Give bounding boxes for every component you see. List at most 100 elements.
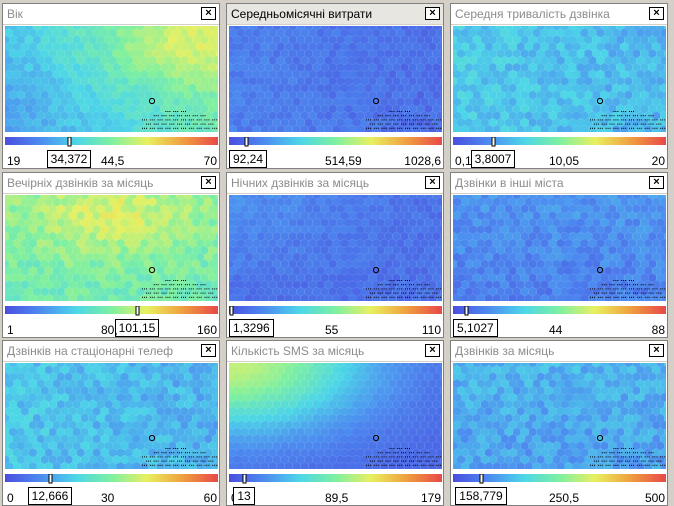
cluster-dot bbox=[609, 288, 611, 290]
cluster-dot bbox=[426, 284, 428, 286]
cluster-dot bbox=[422, 288, 424, 290]
color-scale-bar bbox=[229, 304, 442, 316]
cluster-dot bbox=[165, 460, 167, 462]
cluster-dot bbox=[428, 292, 430, 294]
cluster-dot bbox=[646, 127, 648, 129]
cluster-dot bbox=[393, 280, 395, 281]
cluster-dot bbox=[163, 460, 165, 462]
cluster-dot bbox=[405, 115, 407, 117]
cluster-dot bbox=[592, 296, 593, 298]
cluster-dot bbox=[157, 464, 159, 466]
cluster-dot bbox=[617, 115, 619, 117]
cluster-dot bbox=[167, 280, 169, 281]
cluster-dot bbox=[214, 288, 216, 290]
cluster-dot bbox=[399, 296, 401, 298]
cluster-dot bbox=[173, 460, 175, 462]
cluster-dot bbox=[145, 292, 147, 294]
cluster-dot bbox=[149, 456, 151, 458]
close-button[interactable]: × bbox=[425, 7, 440, 20]
cluster-dot bbox=[185, 448, 186, 449]
cluster-dot bbox=[196, 119, 198, 121]
close-button[interactable]: × bbox=[649, 176, 664, 189]
cluster-dot bbox=[200, 119, 202, 121]
gradient-bar bbox=[453, 306, 666, 314]
cluster-dot bbox=[393, 119, 395, 121]
close-button[interactable]: × bbox=[425, 176, 440, 189]
cluster-dot bbox=[623, 127, 625, 129]
cluster-dot bbox=[192, 456, 194, 458]
cluster-dot bbox=[401, 119, 403, 121]
cluster-dot bbox=[204, 292, 206, 294]
cluster-dot bbox=[621, 280, 623, 281]
som-hex-map[interactable] bbox=[229, 363, 442, 469]
panel-titlebar[interactable]: Дзвінків на стаціонарні телеф × bbox=[3, 341, 219, 362]
cluster-dot bbox=[619, 115, 621, 117]
gradient-bar bbox=[5, 137, 218, 145]
close-button[interactable]: × bbox=[649, 7, 664, 20]
cluster-dot bbox=[422, 119, 424, 121]
cluster-dot bbox=[196, 456, 198, 458]
cluster-dot bbox=[428, 119, 430, 121]
cluster-dot bbox=[438, 127, 440, 129]
scale-max-label: 88 bbox=[651, 323, 665, 337]
som-hex-map[interactable] bbox=[5, 195, 218, 301]
som-hex-map[interactable] bbox=[453, 195, 666, 301]
cluster-dot bbox=[590, 119, 591, 121]
cluster-dot bbox=[200, 456, 202, 458]
cluster-dot bbox=[165, 111, 167, 112]
cluster-dot bbox=[181, 452, 183, 454]
cluster-dot bbox=[397, 284, 399, 286]
close-button[interactable]: × bbox=[201, 344, 216, 357]
cluster-dot bbox=[169, 464, 171, 466]
cluster-dot bbox=[414, 119, 416, 121]
cluster-dot bbox=[642, 292, 644, 294]
cluster-dot bbox=[440, 119, 442, 121]
panel-titlebar[interactable]: Дзвінки в інші міста × bbox=[451, 173, 667, 194]
close-button[interactable]: × bbox=[201, 7, 216, 20]
scale-min-label: 19 bbox=[7, 154, 21, 168]
cluster-dot bbox=[146, 464, 147, 466]
som-hex-map[interactable] bbox=[453, 26, 666, 132]
panel-titlebar[interactable]: Середня тривалість дзвінка × bbox=[451, 4, 667, 25]
cluster-dot bbox=[165, 280, 167, 281]
cluster-dot bbox=[165, 452, 167, 454]
panel-titlebar[interactable]: Нічних дзвінків за місяць × bbox=[227, 173, 443, 194]
cluster-dot bbox=[664, 127, 666, 129]
cluster-dot bbox=[371, 123, 373, 125]
panel-titlebar[interactable]: Кількість SMS за місяць × bbox=[227, 341, 443, 362]
cluster-dot bbox=[434, 123, 436, 125]
close-button[interactable]: × bbox=[201, 176, 216, 189]
cluster-dot bbox=[613, 288, 615, 290]
cluster-dot bbox=[638, 296, 640, 298]
panel-title: Вік bbox=[7, 7, 23, 21]
panel-titlebar[interactable]: Вечірніх дзвінків за місяць × bbox=[3, 173, 219, 194]
cluster-dot bbox=[167, 296, 169, 298]
panel-titlebar[interactable]: Середньомісячні витрати × bbox=[227, 4, 443, 25]
cluster-dot bbox=[165, 127, 167, 129]
cluster-dot bbox=[208, 292, 210, 294]
cluster-dot bbox=[391, 296, 393, 298]
som-hex-map[interactable] bbox=[229, 195, 442, 301]
som-hex-map[interactable] bbox=[5, 363, 218, 469]
cluster-dot bbox=[594, 296, 595, 298]
cluster-dot bbox=[650, 292, 652, 294]
cluster-dot bbox=[214, 119, 216, 121]
cluster-dot bbox=[403, 292, 405, 294]
cluster-dot bbox=[144, 456, 145, 458]
cluster-dot bbox=[658, 292, 660, 294]
cluster-dot bbox=[646, 288, 648, 290]
cluster-dot bbox=[192, 296, 194, 298]
cluster-dot bbox=[662, 288, 664, 290]
som-hex-map[interactable] bbox=[5, 26, 218, 132]
cluster-dot bbox=[601, 296, 603, 298]
close-button[interactable]: × bbox=[425, 344, 440, 357]
cluster-dot bbox=[424, 292, 426, 294]
cluster-dot bbox=[654, 296, 656, 298]
scale-mid-label: 514,59 bbox=[325, 154, 362, 168]
som-hex-map[interactable] bbox=[229, 26, 442, 132]
panel-title: Дзвінки в інші міста bbox=[455, 176, 564, 190]
cluster-dot bbox=[169, 296, 171, 298]
cluster-dot bbox=[142, 296, 143, 298]
panel-titlebar[interactable]: Вік × bbox=[3, 4, 219, 25]
cluster-dot bbox=[644, 288, 646, 290]
